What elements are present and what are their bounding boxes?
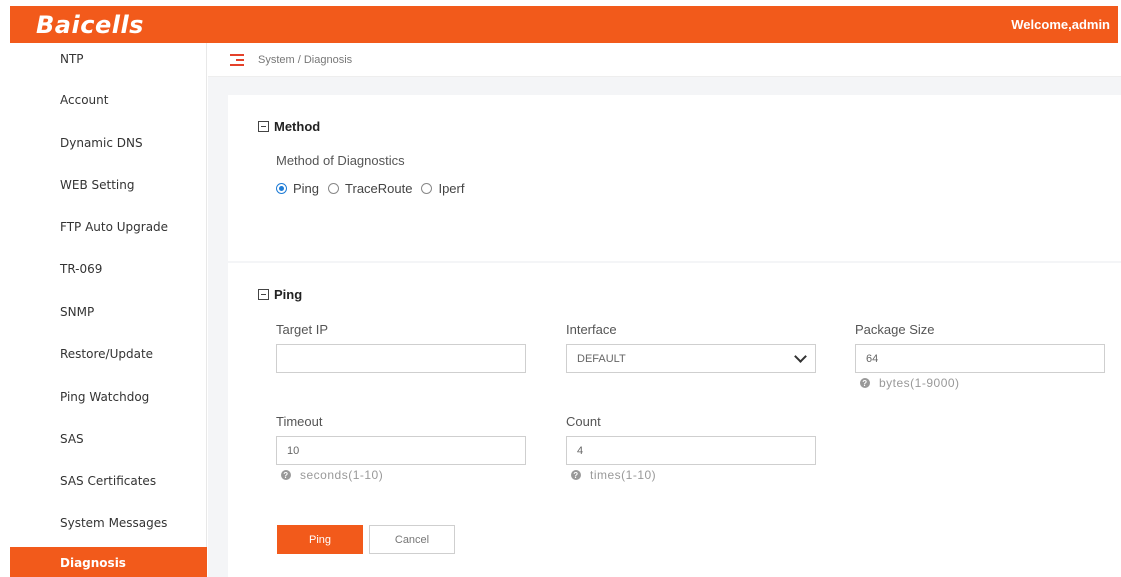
interface-label: Interface	[566, 322, 617, 337]
cancel-button[interactable]: Cancel	[369, 525, 455, 554]
brand-logo: Baicells	[36, 10, 144, 39]
sidebar-item-tr-069[interactable]: TR-069	[10, 253, 207, 285]
welcome-user[interactable]: Welcome,admin	[1011, 17, 1110, 32]
help-icon: ?	[281, 470, 291, 480]
top-header: Baicells Welcome,admin	[10, 6, 1118, 43]
radio-iperf-label[interactable]: Iperf	[438, 181, 464, 196]
sidebar-item-sas-certificates[interactable]: SAS Certificates	[10, 465, 207, 497]
sidebar-item-system-messages[interactable]: System Messages	[10, 507, 207, 539]
count-hint-text: times(1-10)	[590, 468, 657, 482]
timeout-label: Timeout	[276, 414, 323, 429]
ping-title-label: Ping	[274, 287, 303, 302]
timeout-hint-text: seconds(1-10)	[300, 468, 384, 482]
radio-iperf[interactable]	[421, 183, 433, 194]
collapse-icon[interactable]	[258, 289, 269, 300]
sidebar-item-sas[interactable]: SAS	[10, 423, 207, 455]
collapse-icon[interactable]	[258, 121, 269, 132]
package-size-hint: ? bytes(1-9000)	[860, 376, 960, 390]
package-size-hint-text: bytes(1-9000)	[879, 376, 960, 390]
target-ip-label: Target IP	[276, 322, 329, 337]
sidebar-item-web-setting[interactable]: WEB Setting	[10, 169, 207, 201]
sidebar-item-snmp[interactable]: SNMP	[10, 296, 207, 328]
package-size-label: Package Size	[855, 322, 935, 337]
count-label: Count	[566, 414, 601, 429]
target-ip-input[interactable]	[276, 344, 526, 373]
sidebar-item-ping-watchdog[interactable]: Ping Watchdog	[10, 381, 207, 413]
ping-section-title[interactable]: Ping	[258, 287, 302, 302]
sidebar-item-ntp[interactable]: NTP	[10, 43, 207, 75]
radio-ping[interactable]	[276, 183, 287, 194]
radio-traceroute[interactable]	[328, 183, 340, 194]
method-of-diagnostics-label: Method of Diagnostics	[276, 153, 405, 168]
sidebar: NTP Account Dynamic DNS WEB Setting FTP …	[10, 43, 207, 577]
help-icon: ?	[571, 470, 581, 480]
sidebar-item-dynamic-dns[interactable]: Dynamic DNS	[10, 127, 207, 159]
sidebar-item-restore-update[interactable]: Restore/Update	[10, 338, 207, 370]
main-content: System / Diagnosis Method Method of Diag…	[208, 43, 1121, 577]
breadcrumb-bar: System / Diagnosis	[208, 43, 1121, 77]
sidebar-item-diagnosis[interactable]: Diagnosis	[10, 547, 207, 577]
radio-traceroute-label[interactable]: TraceRoute	[345, 181, 412, 196]
breadcrumb: System / Diagnosis	[258, 53, 353, 66]
method-radio-group: Ping TraceRoute Iperf	[276, 181, 473, 196]
help-icon: ?	[860, 378, 870, 388]
interface-select-value: DEFAULT	[577, 352, 626, 365]
chevron-down-icon	[794, 349, 807, 363]
sidebar-item-account[interactable]: Account	[10, 84, 207, 116]
timeout-hint: ? seconds(1-10)	[281, 468, 383, 482]
method-section-title[interactable]: Method	[258, 119, 320, 134]
menu-icon[interactable]	[230, 53, 244, 66]
sidebar-item-ftp-auto-upgrade[interactable]: FTP Auto Upgrade	[10, 211, 207, 243]
interface-select[interactable]: DEFAULT	[566, 344, 816, 373]
method-panel: Method Method of Diagnostics Ping TraceR…	[228, 95, 1121, 261]
ping-button[interactable]: Ping	[277, 525, 363, 554]
timeout-input[interactable]: 10	[276, 436, 526, 465]
count-hint: ? times(1-10)	[571, 468, 656, 482]
package-size-input[interactable]: 64	[855, 344, 1105, 373]
count-input[interactable]: 4	[566, 436, 816, 465]
radio-ping-label[interactable]: Ping	[293, 181, 319, 196]
method-title-label: Method	[274, 119, 321, 134]
